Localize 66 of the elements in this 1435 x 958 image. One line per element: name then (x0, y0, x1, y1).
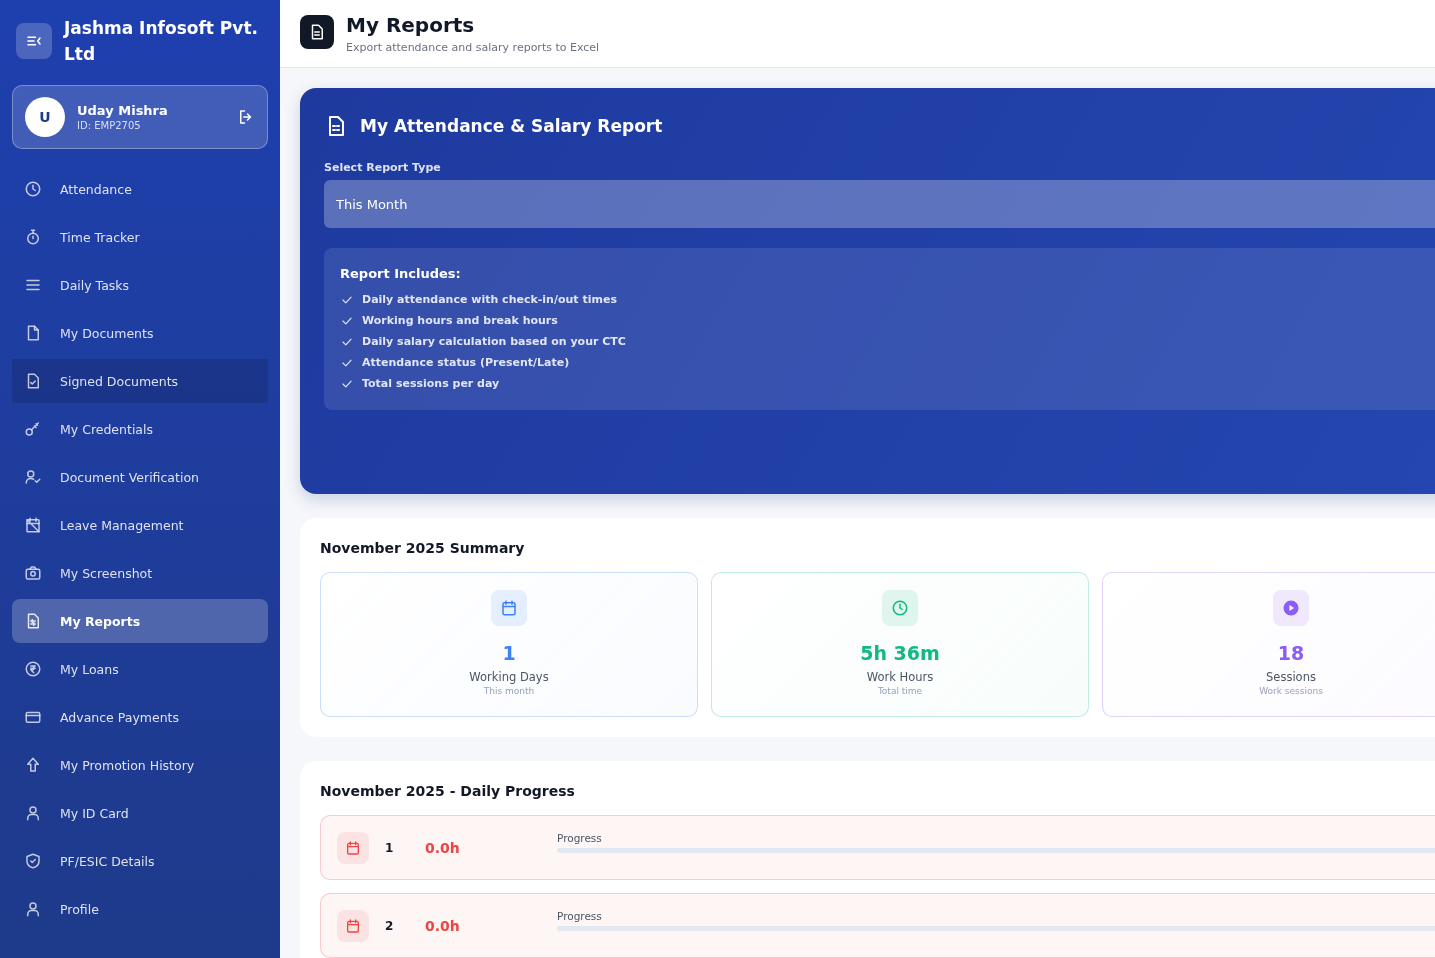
camera-icon (24, 564, 42, 582)
arrow-up-icon (24, 756, 42, 774)
user-name: Uday Mishra (77, 103, 169, 118)
collapse-menu-button[interactable] (16, 23, 52, 59)
user-check-icon (24, 468, 42, 486)
page-subtitle: Export attendance and salary reports to Excel (346, 41, 600, 54)
report-icon (300, 14, 334, 49)
include-item: Working hours and break hours (362, 314, 558, 327)
report-title: My Attendance & Salary Report (360, 116, 663, 136)
sidebar-item[interactable]: PF/ESIC Details (12, 839, 268, 883)
sidebar-item[interactable]: My Promotion History (12, 743, 268, 787)
calendar-icon (500, 599, 518, 617)
day-number: 1 (385, 840, 395, 855)
shield-check-icon (24, 852, 42, 870)
sidebar-item[interactable]: Time Tracker (12, 215, 268, 259)
sidebar-item[interactable]: My Reports (12, 599, 268, 643)
sidebar-item[interactable]: Daily Tasks (12, 263, 268, 307)
sidebar-item[interactable]: Attendance (12, 167, 268, 211)
person-icon (24, 804, 42, 822)
stat-label: Work Hours (866, 670, 934, 684)
company-name: Jashma Infosoft Pvt. Ltd (64, 17, 259, 66)
sidebar-item[interactable]: Advance Payments (12, 695, 268, 739)
clock-icon (24, 180, 42, 198)
stat-caption: Total time (877, 686, 923, 696)
sidebar-item[interactable]: Document Verification (12, 455, 268, 499)
progress-label: Progress (557, 910, 603, 922)
clock-icon (891, 599, 909, 617)
rupee-coin-icon (24, 660, 42, 678)
stat-label: Working Days (469, 670, 549, 684)
include-item: Attendance status (Present/Late) (362, 356, 570, 369)
sidebar-item[interactable]: My Credentials (12, 407, 268, 451)
stat-value: 1 (502, 642, 516, 664)
stat-caption: Work sessions (1259, 686, 1323, 696)
include-item: Total sessions per day (362, 377, 500, 390)
progress-title: November 2025 - Daily Progress (320, 783, 576, 799)
sidebar-item[interactable]: My Documents (12, 311, 268, 355)
stat-caption: This month (483, 686, 535, 696)
calendar-icon (345, 839, 361, 856)
sidebar-item[interactable]: Profile (12, 887, 268, 931)
day-number: 2 (385, 918, 395, 933)
day-hours: 0.0h (425, 839, 461, 856)
stat-value: 5h 36m (860, 642, 940, 664)
sidebar-item[interactable]: My Screenshot (12, 551, 268, 595)
stat-label: Sessions (1266, 670, 1316, 684)
calendar-icon (345, 917, 361, 934)
stat-value: 18 (1277, 642, 1305, 664)
key-icon (24, 420, 42, 438)
sidebar-item[interactable]: Leave Management (12, 503, 268, 547)
person-icon (24, 900, 42, 918)
day-hours: 0.0h (425, 917, 461, 934)
user-id: ID: EMP2705 (77, 120, 142, 131)
page-title: My Reports (346, 13, 476, 37)
calendar-off-icon (24, 516, 42, 534)
sidebar-item[interactable]: My Loans (12, 647, 268, 691)
field-label: Select Report Type (324, 161, 442, 174)
sidebar-item[interactable]: My ID Card (12, 791, 268, 835)
stopwatch-icon (24, 228, 42, 246)
sidebar-item[interactable]: Signed Documents (12, 359, 268, 403)
summary-title: November 2025 Summary (320, 540, 526, 556)
include-item: Daily attendance with check-in/out times (362, 293, 617, 306)
include-item: Daily salary calculation based on your CTC (362, 335, 626, 348)
includes-title: Report Includes: (340, 266, 462, 281)
play-icon (1282, 599, 1300, 617)
progress-label: Progress (557, 832, 603, 844)
report-type-select[interactable]: This Month (324, 180, 1435, 228)
user-avatar: U (25, 97, 65, 137)
